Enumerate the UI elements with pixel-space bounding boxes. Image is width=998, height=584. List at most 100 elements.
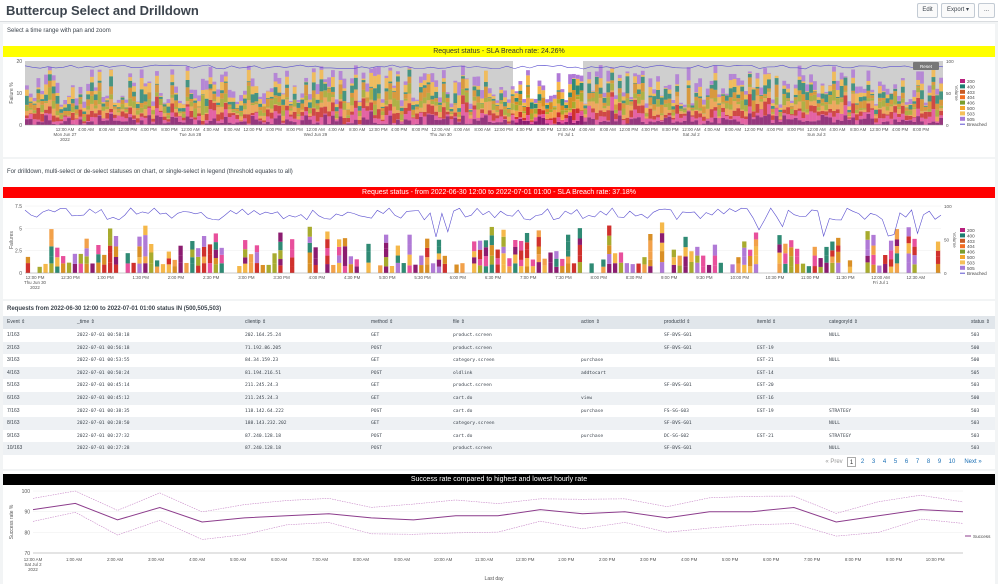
bar-segment [109,69,113,70]
bar-segment [334,113,339,119]
bar-segment [709,122,714,125]
page-button-2[interactable]: 2 [858,457,867,467]
table-row[interactable]: 3/163 2022-07-01 00:53:55 84.34.159.23 GET c… [3,354,995,368]
bar-segment [503,116,507,120]
success-rate-chart[interactable]: Success rate %10090807012:00 AMSat Jul 2… [3,485,995,583]
bar-segment [709,98,714,99]
bar-segment [732,110,737,117]
bar-segment [418,111,423,113]
page-button-8[interactable]: 8 [924,457,933,467]
table-row[interactable]: 8/163 2022-07-01 00:28:50 188.143.232.202 G… [3,417,995,431]
column-header-clientip[interactable]: clientip ⇕ [245,316,266,329]
table-row[interactable]: 5/163 2022-07-01 00:45:14 211.245.24.3 GET p… [3,379,995,393]
bar-segment [885,102,890,107]
bar-segment [338,116,343,125]
page-button-7[interactable]: 7 [913,457,922,467]
bar-segment [418,92,423,101]
page-button-10[interactable]: 10 [946,457,958,467]
x-tick-label: 7:30 PM [555,275,572,280]
bar-segment [285,97,289,100]
bar-segment [307,242,312,253]
status-overview-chart[interactable]: Failure %20100100500VolumeReset12:00 AMM… [3,57,995,157]
next-page-button[interactable]: Next » [962,457,984,467]
bar-segment [331,87,335,92]
bar-segment [36,119,41,122]
bar-segment [86,121,91,122]
bar-segment [633,82,637,84]
bar-segment [667,116,672,125]
bar-segment [935,116,940,122]
column-header-action[interactable]: action ⇕ [581,316,600,329]
bar-segment [399,114,404,121]
page-button-4[interactable]: 4 [880,457,889,467]
bar-segment [564,102,569,106]
more-button[interactable]: ... [978,3,995,18]
bar-segment [522,111,527,114]
bar-segment [847,119,852,125]
bar-segment [411,117,416,119]
bar-segment [514,104,519,111]
column-header-categoryid[interactable]: categoryId ⇕ [829,316,858,329]
bar-segment [529,120,534,122]
bar-segment [78,253,83,264]
bar-segment [308,116,312,118]
bar-segment [548,252,553,263]
bar-segment [44,74,48,85]
page-button-9[interactable]: 9 [935,457,944,467]
bar-segment [843,76,848,78]
bar-segment [893,112,898,120]
table-row[interactable]: 1/163 2022-07-01 00:58:18 202.164.25.24 GET… [3,329,995,342]
table-row[interactable]: 2/163 2022-07-01 00:56:18 71.192.86.205 POS… [3,341,995,355]
bar-segment [231,112,236,114]
bar-segment [383,242,389,249]
bar-segment [770,115,775,120]
export-button[interactable]: Export ▾ [941,3,975,18]
column-header-event[interactable]: Event ⇕ [7,316,25,329]
column-header-file[interactable]: file ⇕ [453,316,465,329]
table-row[interactable]: 4/163 2022-07-01 00:50:24 81.194.216.51 POS… [3,366,995,380]
bar-segment [912,107,917,110]
bar-segment [755,88,760,96]
bar-segment [577,262,583,273]
legend-label: Breached [967,122,987,127]
column-header-status[interactable]: status ⇕ [971,316,990,329]
status-drilldown-chart[interactable]: Failures7.552.50100500Volume12:00 PMThu … [3,198,995,298]
page-button-3[interactable]: 3 [869,457,878,467]
bar-segment [243,94,247,99]
page-button-5[interactable]: 5 [891,457,900,467]
bar-segment [425,264,430,273]
column-header-method[interactable]: method ⇕ [371,316,393,329]
bar-segment [782,93,787,96]
table-cell: 2022-07-01 00:27:32 [77,433,130,439]
table-cell: 211.245.24.3 [245,396,279,401]
column-header-time[interactable]: _time ⇕ [77,316,95,329]
bar-segment [491,100,496,104]
bar-segment [790,119,794,125]
bar-segment [93,105,98,109]
bar-segment [296,116,301,120]
page-button-6[interactable]: 6 [902,457,911,467]
bar-segment [162,123,167,125]
bar-segment [350,123,354,125]
bar-segment [147,115,152,125]
bar-segment [419,265,424,273]
bar-segment [288,108,293,111]
bar-segment [786,92,790,99]
table-row[interactable]: 9/163 2022-07-01 00:27:32 87.240.128.18 POS… [3,429,995,443]
column-header-itemid[interactable]: itemId ⇕ [757,316,776,329]
table-cell: 71.192.86.205 [245,345,281,351]
bar-segment [767,114,771,125]
bar-segment [894,246,900,254]
table-row[interactable]: 10/163 2022-07-01 00:27:28 87.240.128.18 PO… [3,442,995,456]
edit-button[interactable]: Edit [917,3,938,18]
prev-page-button[interactable]: « Prev [823,457,845,467]
x-tick-label: 10:00 AM [434,557,453,562]
column-header-productid[interactable]: productId ⇕ [664,316,690,329]
table-row[interactable]: 7/163 2022-07-01 00:38:35 118.142.64.222 PO… [3,404,995,418]
bar-segment [801,94,806,102]
bar-segment [587,99,592,102]
table-row[interactable]: 6/163 2022-07-01 00:45:12 211.245.24.3 GET c… [3,392,995,405]
bar-segment [269,88,274,93]
bar-segment [812,91,817,95]
page-button-1[interactable]: 1 [847,457,856,467]
